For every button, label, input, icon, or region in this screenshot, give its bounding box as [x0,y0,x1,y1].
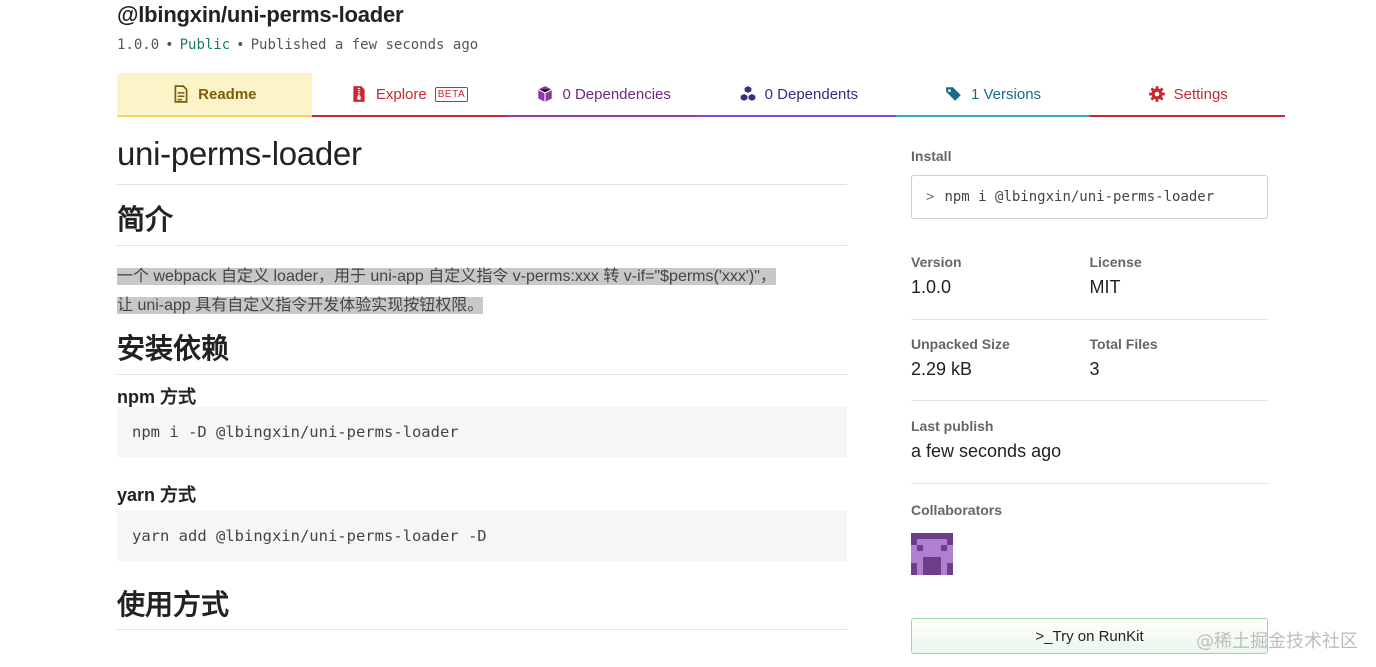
terminal-prompt-icon: > [926,189,935,205]
readme-content: uni-perms-loader 简介 一个 webpack 自定义 loade… [117,130,847,630]
tab-label: Explore [375,85,427,103]
yarn-code-block[interactable]: yarn add @lbingxin/uni-perms-loader -D [117,511,847,561]
npm-heading: npm 方式 [117,387,196,407]
install-command-box[interactable]: > npm i @lbingxin/uni-perms-loader [911,175,1268,219]
watermark-text: @稀土掘金技术社区 [1196,631,1358,652]
tab-dependencies[interactable]: 0 Dependencies [506,73,702,117]
package-title: @lbingxin/uni-perms-loader [117,2,404,27]
unpacked-size-label: Unpacked Size [911,336,1010,352]
zip-file-icon [353,86,365,102]
install-label: Install [911,148,952,164]
tab-label: 0 Dependents [764,85,859,103]
file-icon [174,85,188,103]
intro-line: 一个 webpack 自定义 loader，用于 uni-app 自定义指令 v… [117,268,776,285]
tags-icon [946,87,961,101]
package-visibility: Public [179,37,231,53]
package-sidebar: Install > npm i @lbingxin/uni-perms-load… [911,148,1268,575]
license-value: MIT [1089,277,1121,297]
unpacked-size-value: 2.29 kB [911,359,973,379]
package-meta: 1.0.0 • Public • Published a few seconds ago [117,37,478,53]
package-tabs: Readme Explore BETA 0 Dependencies 0 Dep… [117,73,1286,117]
install-heading: 安装依赖 [117,320,847,375]
tab-dependents[interactable]: 0 Dependents [701,73,896,117]
tab-label: Readme [198,85,257,103]
intro-paragraph: 一个 webpack 自定义 loader，用于 uni-app 自定义指令 v… [117,262,847,320]
version-license-row: Version 1.0.0 License MIT [911,254,1268,320]
tab-label: 1 Versions [971,85,1042,103]
tab-settings[interactable]: Settings [1090,73,1286,117]
meta-separator: • [165,37,174,53]
license-label: License [1089,254,1142,270]
total-files-label: Total Files [1089,336,1158,352]
total-files-value: 3 [1089,359,1100,379]
cubes-icon [740,86,755,101]
tab-label: Settings [1173,85,1228,103]
tab-explore[interactable]: Explore BETA [311,73,507,117]
cube-icon [538,86,553,102]
yarn-heading: yarn 方式 [117,485,197,505]
package-version: 1.0.0 [117,37,160,53]
tab-label: 0 Dependencies [562,85,671,103]
collaborator-avatar[interactable] [911,533,953,575]
last-publish-row: Last publish a few seconds ago [911,418,1268,484]
package-published: Published a few seconds ago [250,37,479,53]
last-publish-value: a few seconds ago [911,441,1062,461]
collaborators-label: Collaborators [911,502,1003,518]
install-command: npm i @lbingxin/uni-perms-loader [944,189,1215,205]
intro-heading: 简介 [117,185,847,246]
meta-separator: • [236,37,245,53]
version-value: 1.0.0 [911,277,952,297]
tab-versions[interactable]: 1 Versions [895,73,1091,117]
size-files-row: Unpacked Size 2.29 kB Total Files 3 [911,336,1268,401]
usage-heading: 使用方式 [117,561,847,630]
npm-code-block[interactable]: npm i -D @lbingxin/uni-perms-loader [117,407,847,457]
last-publish-label: Last publish [911,418,994,434]
tab-readme[interactable]: Readme [117,73,312,117]
version-label: Version [911,254,962,270]
gear-icon [1148,86,1165,102]
beta-badge: BETA [434,86,469,102]
intro-line: 让 uni-app 具有自定义指令开发体验实现按钮权限。 [117,297,484,314]
readme-title: uni-perms-loader [117,130,847,185]
